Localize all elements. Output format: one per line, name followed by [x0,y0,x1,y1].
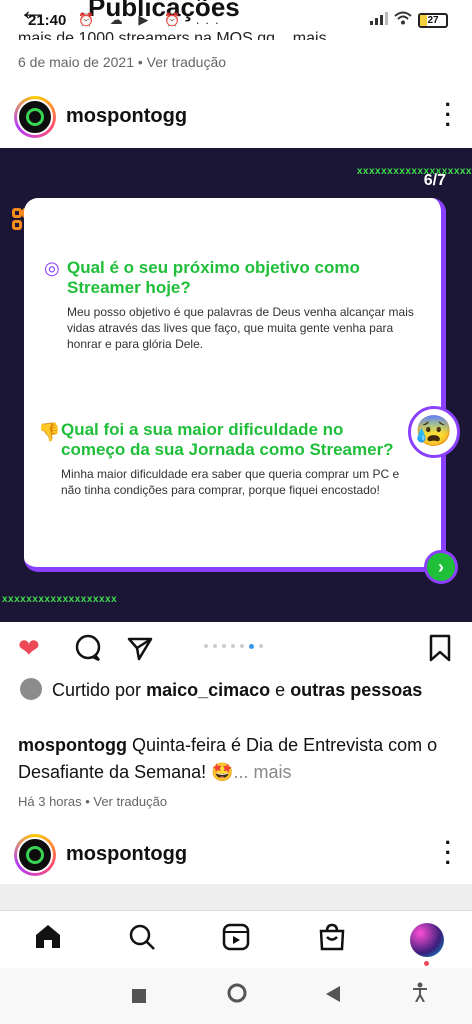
notification-dot [424,961,429,966]
next-post-header: mospontogg · · · [0,832,472,880]
bottom-navigation [0,910,472,968]
next-arrow-icon[interactable]: › [424,550,458,584]
heart-icon[interactable]: ❤ [18,634,40,662]
likes-others[interactable]: outras pessoas [290,680,422,700]
post-image[interactable]: xxxxxxxxxxxxxxxxxxx 6/7 ◎ Qual é o seu p… [0,148,472,622]
x-trail-bottom: xxxxxxxxxxxxxxxxxxx [2,594,118,605]
carousel-dot [231,644,235,648]
carousel-dot [213,644,217,648]
anxious-face-icon: 😰 [408,406,460,458]
carousel-counter: 6/7 [423,172,446,189]
accessibility-icon[interactable] [412,982,428,1008]
question-2-title: Qual foi a sua maior dificuldade no come… [61,420,394,459]
avatar[interactable] [14,96,56,138]
next-post-username[interactable]: mospontogg [66,843,187,866]
carousel-dot [204,644,208,648]
home-icon[interactable] [34,923,62,949]
shop-icon[interactable] [318,923,346,957]
likes-and: e [275,680,286,700]
next-post-image-edge [0,884,472,910]
comment-icon[interactable] [74,634,102,667]
mos-logo-icon [26,108,44,126]
system-indicators: 27 [370,11,448,30]
likes-user[interactable]: maico_cimaco [146,680,270,700]
carousel-dot [259,644,263,648]
reels-icon[interactable] [222,923,250,957]
post-header: mospontogg · · · [0,94,472,142]
carousel-dots [204,644,263,649]
caption-username[interactable]: mospontogg [18,735,127,755]
android-navigation [0,968,472,1024]
share-icon[interactable] [126,634,154,667]
x-trail-top: xxxxxxxxxxxxxxxxxxx [356,166,472,177]
previous-post-caption: mais de 1000 streamers na MOS.gg... mais [18,30,327,40]
battery-icon: 27 [418,13,448,28]
wifi-icon [394,11,412,30]
signal-icon [370,11,388,30]
home-button-icon[interactable] [226,982,248,1010]
likes-summary[interactable]: Curtido por maico_cimaco e outras pessoa… [20,678,460,702]
previous-post-date[interactable]: 6 de maio de 2021 • Ver tradução [18,54,226,70]
question-1-title: Qual é o seu próximo objetivo como Strea… [67,258,360,297]
more-options-icon[interactable]: · · · [445,832,452,874]
interview-card: ◎ Qual é o seu próximo objetivo como Str… [24,198,446,572]
likes-prefix: Curtido por [52,680,142,700]
question-2-answer: Minha maior dificuldade era saber que qu… [61,467,400,497]
liker-avatar [20,678,42,700]
post-date[interactable]: Há 3 horas • Ver tradução [18,794,167,809]
question-1-answer: Meu posso objetivo é que palavras de Deu… [67,305,414,351]
thumbs-down-icon: 👎 [38,422,61,442]
profile-avatar[interactable] [410,923,444,957]
back-button-icon[interactable] [326,985,340,1008]
target-icon: ◎ [44,258,60,278]
post-username[interactable]: mospontogg [66,105,187,128]
avatar[interactable] [14,834,56,876]
caption-more-link[interactable]: ... mais [234,762,292,782]
post-caption: mospontogg Quinta-feira é Dia de Entrevi… [18,732,438,786]
carousel-dot [240,644,244,648]
mos-logo-icon [26,846,44,864]
post-actions: ❤ [0,630,472,670]
carousel-dot [222,644,226,648]
carousel-dot-active [249,644,254,649]
bookmark-icon[interactable] [428,634,452,667]
more-options-icon[interactable]: · · · [445,94,452,136]
recents-icon[interactable] [132,986,146,1009]
search-icon[interactable] [128,923,156,957]
